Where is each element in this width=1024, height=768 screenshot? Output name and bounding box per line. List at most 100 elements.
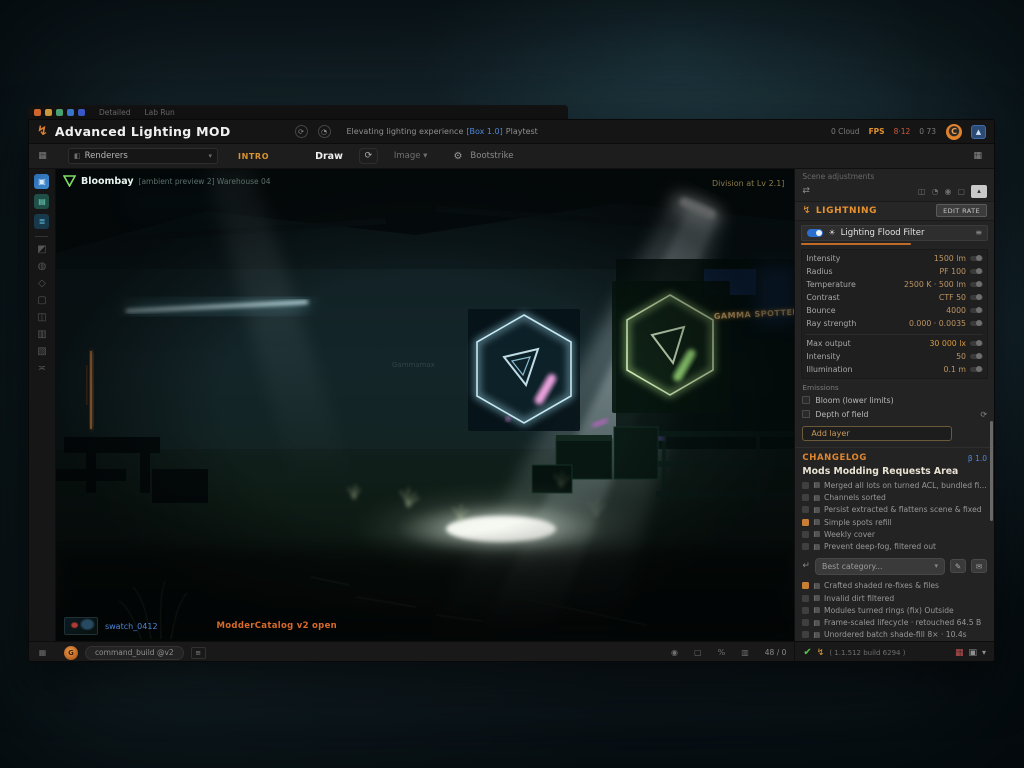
changelog-item[interactable]: ▤ Persist extracted & flattens scene & f…	[802, 504, 987, 516]
info-icon[interactable]: ◔	[318, 125, 331, 138]
catalog-warning[interactable]: ModderCatalog v2 open	[217, 621, 337, 631]
property-slider[interactable]	[970, 354, 983, 359]
changelog-item[interactable]: ▤ Merged all lots on turned ACL, bundled…	[802, 479, 987, 491]
grid-view-icon[interactable]: ▦	[29, 151, 56, 161]
app-dot-icon[interactable]	[34, 109, 41, 116]
layer-menu-icon[interactable]: ≡	[975, 228, 982, 237]
align-tool-icon[interactable]: ≍	[38, 363, 46, 375]
property-row[interactable]: Ray strength 0.000 · 0.0035	[806, 317, 983, 330]
assistant-icon[interactable]: ▲	[971, 125, 986, 139]
changelog-item[interactable]: ▤ Modules turned rings (fix) Outside	[802, 604, 987, 616]
grid-status-icon[interactable]: ▦	[955, 648, 964, 658]
crop-tool-icon[interactable]: ▢	[37, 295, 46, 307]
checkbox[interactable]	[802, 396, 810, 404]
mask-tool-icon[interactable]: ◍	[38, 261, 47, 273]
select-tool-icon[interactable]: ◩	[37, 244, 46, 256]
scene-viewport[interactable]: GAMMA SPOTTER GAMMA SPOTTER Gammamax	[56, 169, 794, 641]
layer-row[interactable]: ☀ Lighting Flood Filter ≡	[801, 225, 988, 242]
changelog-item[interactable]: ▤ Frame-scaled lifecycle · retouched 64.…	[802, 617, 987, 629]
history-icon[interactable]: ⟳	[295, 125, 308, 138]
property-slider[interactable]	[970, 269, 983, 274]
collapse-button[interactable]: ▴	[971, 185, 987, 198]
changelog-item[interactable]: ▤ Channels sorted	[802, 492, 987, 504]
assets-tool-icon[interactable]: ▤	[34, 194, 49, 209]
session-avatar[interactable]: G	[64, 646, 78, 660]
layer-toggle[interactable]	[807, 229, 823, 237]
frame-tool-icon[interactable]: ◫	[37, 312, 46, 324]
tab-draw[interactable]: Draw	[315, 151, 343, 162]
property-row[interactable]: Illumination 0.1 m	[806, 363, 983, 376]
target-icon[interactable]: ◉	[944, 187, 951, 196]
app-dot-icon[interactable]	[67, 109, 74, 116]
checkbox[interactable]	[802, 410, 810, 418]
command-chip[interactable]: command_build @v2	[85, 646, 184, 660]
timer-icon[interactable]: ◔	[931, 187, 938, 196]
property-row[interactable]: Max output 30 000 lx	[806, 337, 983, 350]
rotate-button[interactable]: ⟳	[359, 148, 378, 164]
bloom-checkbox-row[interactable]: Bloom (lower limits)	[802, 395, 987, 406]
changelog-item[interactable]: ▤ Invalid dirt filtered	[802, 592, 987, 604]
attach-button[interactable]: ✎	[950, 559, 966, 573]
bootstrike-label[interactable]: Bootstrike	[470, 151, 513, 161]
visibility-icon[interactable]: ◉	[671, 648, 678, 657]
changelog-item[interactable]: ▤ Prevent deep-fog, filtered out	[802, 541, 987, 553]
changelog-item[interactable]: ▤ Unordered batch shade-fill 8× · 10.4s	[802, 629, 987, 641]
left-toolbar-rail: ▣ ▤ ≣ ◩ ◍ ◇ ▢ ◫ ▥ ▧ ≍	[29, 169, 56, 641]
refresh-icon[interactable]: ⟳	[980, 410, 987, 419]
menu-item[interactable]: Detailed	[99, 108, 130, 117]
property-row[interactable]: Intensity 1500 lm	[806, 252, 983, 265]
property-slider[interactable]	[970, 308, 983, 313]
property-slider[interactable]	[970, 341, 983, 346]
property-slider[interactable]	[970, 282, 983, 287]
changelog-item[interactable]: ▤ Crafted shaded re-fixes & files	[802, 580, 987, 592]
add-layer-button[interactable]: Add layer	[802, 426, 952, 442]
property-row[interactable]: Bounce 4000	[806, 304, 983, 317]
chevron-down-icon[interactable]: ▾	[982, 648, 986, 657]
item-chip	[802, 543, 809, 550]
depth-checkbox-row[interactable]: Depth of field ⟳	[802, 409, 987, 420]
grid-tool-icon[interactable]: ▥	[37, 329, 46, 341]
frame-icon[interactable]: ◫	[918, 187, 926, 196]
property-value: 1500 lm	[934, 254, 966, 263]
settings-gear-icon[interactable]: ⚙	[453, 151, 462, 162]
command-menu-button[interactable]: ≡	[191, 647, 206, 659]
send-button[interactable]: ✉	[971, 559, 987, 573]
changelog-item[interactable]: ▤ Weekly cover	[802, 528, 987, 540]
percent-icon[interactable]: %	[718, 648, 726, 657]
box-status-icon[interactable]: ▣	[968, 648, 977, 658]
swap-icon[interactable]: ⇄	[802, 186, 810, 196]
box-icon[interactable]: ▢	[957, 187, 965, 196]
property-slider[interactable]	[970, 256, 983, 261]
layers-tool-icon[interactable]: ≣	[34, 214, 49, 229]
changelog-item[interactable]: ▤ Simple spots refill	[802, 516, 987, 528]
menu-item[interactable]: Lab Run	[144, 108, 174, 117]
panel-scrollbar[interactable]	[990, 421, 993, 521]
edit-rate-button[interactable]: EDIT RATE	[936, 204, 987, 217]
property-row[interactable]: Radius PF 100	[806, 265, 983, 278]
app-dot-icon[interactable]	[45, 109, 52, 116]
property-row[interactable]: Contrast CTF 50	[806, 291, 983, 304]
rail-bottom-icon[interactable]: ▦	[29, 642, 56, 662]
app-dot-icon[interactable]	[78, 109, 85, 116]
layout-grid-icon[interactable]: ▦	[973, 151, 982, 161]
chart-icon[interactable]: ▥	[741, 648, 749, 657]
item-text: Modules turned rings (fix) Outside	[824, 606, 954, 615]
swatch-label[interactable]: swatch_0412	[105, 622, 158, 631]
tab-image[interactable]: Image ▾	[394, 151, 428, 161]
property-row[interactable]: Intensity 50	[806, 350, 983, 363]
images-tool-icon[interactable]: ▣	[34, 174, 49, 189]
statusbar-viewport-zone: G command_build @v2 ≡ ◉ ▢ % ▥ 48 / 0	[56, 642, 794, 662]
swatch-thumbnail[interactable]	[64, 617, 98, 635]
renderers-dropdown[interactable]: ◧ Renderers ▾	[68, 148, 218, 164]
property-slider[interactable]	[970, 367, 983, 372]
user-avatar[interactable]: C	[946, 124, 962, 140]
shape-tool-icon[interactable]: ◇	[38, 278, 46, 290]
property-row[interactable]: Temperature 2500 K · 500 lm	[806, 278, 983, 291]
property-slider[interactable]	[970, 295, 983, 300]
intro-badge[interactable]: INTRO	[238, 152, 269, 161]
pattern-tool-icon[interactable]: ▧	[37, 346, 46, 358]
category-select[interactable]: Best category... ▾	[815, 558, 945, 575]
property-slider[interactable]	[970, 321, 983, 326]
bounds-icon[interactable]: ▢	[694, 648, 702, 657]
app-dot-icon[interactable]	[56, 109, 63, 116]
